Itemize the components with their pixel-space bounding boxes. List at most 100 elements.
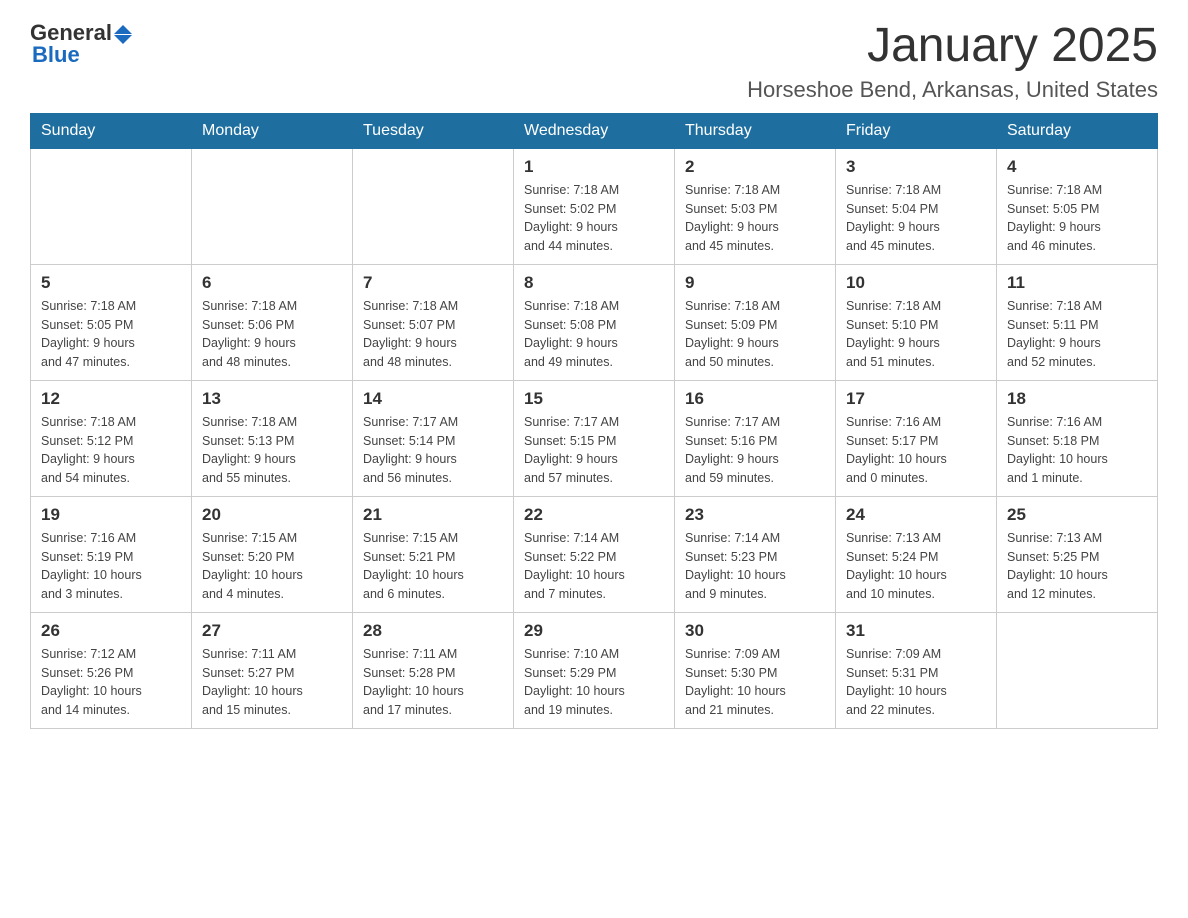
week-row-1: 1Sunrise: 7:18 AM Sunset: 5:02 PM Daylig… [31, 148, 1158, 264]
day-cell-5: 5 Sunrise: 7:18 AM Sunset: 5:05 PM Daylig… [31, 264, 192, 380]
day-cell-19: 19 Sunrise: 7:16 AM Sunset: 5:19 PM Dayli… [31, 496, 192, 612]
day-cell-10: 10 Sunrise: 7:18 AM Sunset: 5:10 PM Dayli… [836, 264, 997, 380]
day-number: 24 [846, 505, 986, 525]
day-cell-12: 12Sunrise: 7:18 AM Sunset: 5:12 PM Dayli… [31, 380, 192, 496]
day-info: Sunrise: 7:18 AM Sunset: 5:07 PM Dayligh… [363, 297, 503, 372]
day-info: Sunrise: 7:18 AM Sunset: 5:05 PM Dayligh… [41, 297, 181, 372]
day-cell-24: 24 Sunrise: 7:13 AM Sunset: 5:24 PM Dayli… [836, 496, 997, 612]
day-number: 16 [685, 389, 825, 409]
day-info: Sunrise: 7:09 AM Sunset: 5:30 PM Dayligh… [685, 645, 825, 720]
day-info: Sunrise: 7:18 AM Sunset: 5:06 PM Dayligh… [202, 297, 342, 372]
day-number: 4 [1007, 157, 1147, 177]
weekday-header-row: SundayMondayTuesdayWednesdayThursdayFrid… [31, 113, 1158, 148]
day-cell-11: 11 Sunrise: 7:18 AM Sunset: 5:11 PM Dayli… [997, 264, 1158, 380]
day-info: Sunrise: 7:18 AM Sunset: 5:11 PM Dayligh… [1007, 297, 1147, 372]
day-cell-26: 26 Sunrise: 7:12 AM Sunset: 5:26 PM Dayli… [31, 612, 192, 728]
day-number: 12 [41, 389, 181, 409]
month-title: January 2025 [747, 20, 1158, 73]
day-cell-3: 3 Sunrise: 7:18 AM Sunset: 5:04 PM Daylig… [836, 148, 997, 264]
title-block: January 2025 Horseshoe Bend, Arkansas, U… [747, 20, 1158, 103]
day-number: 31 [846, 621, 986, 641]
day-number: 23 [685, 505, 825, 525]
day-number: 21 [363, 505, 503, 525]
day-cell-14: 14 Sunrise: 7:17 AM Sunset: 5:14 PM Dayli… [353, 380, 514, 496]
day-cell-2: 2 Sunrise: 7:18 AM Sunset: 5:03 PM Daylig… [675, 148, 836, 264]
day-info: Sunrise: 7:11 AM Sunset: 5:28 PM Dayligh… [363, 645, 503, 720]
day-info: Sunrise: 7:16 AM Sunset: 5:17 PM Dayligh… [846, 413, 986, 488]
day-number: 15 [524, 389, 664, 409]
week-row-5: 26 Sunrise: 7:12 AM Sunset: 5:26 PM Dayli… [31, 612, 1158, 728]
day-cell-28: 28 Sunrise: 7:11 AM Sunset: 5:28 PM Dayli… [353, 612, 514, 728]
day-number: 18 [1007, 389, 1147, 409]
day-number: 9 [685, 273, 825, 293]
day-info: Sunrise: 7:13 AM Sunset: 5:24 PM Dayligh… [846, 529, 986, 604]
logo: General Blue [30, 20, 132, 68]
day-cell-4: 4 Sunrise: 7:18 AM Sunset: 5:05 PM Daylig… [997, 148, 1158, 264]
logo-blue: Blue [32, 42, 80, 68]
day-number: 11 [1007, 273, 1147, 293]
day-cell-17: 17Sunrise: 7:16 AM Sunset: 5:17 PM Dayli… [836, 380, 997, 496]
day-number: 29 [524, 621, 664, 641]
day-number: 13 [202, 389, 342, 409]
day-info: Sunrise: 7:17 AM Sunset: 5:15 PM Dayligh… [524, 413, 664, 488]
weekday-header-friday: Friday [836, 113, 997, 148]
day-cell-22: 22 Sunrise: 7:14 AM Sunset: 5:22 PM Dayli… [514, 496, 675, 612]
empty-cell [192, 148, 353, 264]
day-number: 10 [846, 273, 986, 293]
day-info: Sunrise: 7:18 AM Sunset: 5:05 PM Dayligh… [1007, 181, 1147, 256]
day-cell-1: 1Sunrise: 7:18 AM Sunset: 5:02 PM Daylig… [514, 148, 675, 264]
day-info: Sunrise: 7:18 AM Sunset: 5:09 PM Dayligh… [685, 297, 825, 372]
day-number: 28 [363, 621, 503, 641]
weekday-header-thursday: Thursday [675, 113, 836, 148]
day-cell-23: 23 Sunrise: 7:14 AM Sunset: 5:23 PM Dayli… [675, 496, 836, 612]
weekday-header-monday: Monday [192, 113, 353, 148]
day-number: 5 [41, 273, 181, 293]
empty-cell [997, 612, 1158, 728]
day-info: Sunrise: 7:18 AM Sunset: 5:04 PM Dayligh… [846, 181, 986, 256]
day-info: Sunrise: 7:15 AM Sunset: 5:21 PM Dayligh… [363, 529, 503, 604]
page-header: General Blue January 2025 Horseshoe Bend… [30, 20, 1158, 103]
day-number: 22 [524, 505, 664, 525]
day-cell-9: 9 Sunrise: 7:18 AM Sunset: 5:09 PM Daylig… [675, 264, 836, 380]
weekday-header-sunday: Sunday [31, 113, 192, 148]
day-cell-30: 30Sunrise: 7:09 AM Sunset: 5:30 PM Dayli… [675, 612, 836, 728]
day-info: Sunrise: 7:09 AM Sunset: 5:31 PM Dayligh… [846, 645, 986, 720]
day-info: Sunrise: 7:18 AM Sunset: 5:03 PM Dayligh… [685, 181, 825, 256]
day-info: Sunrise: 7:18 AM Sunset: 5:13 PM Dayligh… [202, 413, 342, 488]
day-cell-8: 8 Sunrise: 7:18 AM Sunset: 5:08 PM Daylig… [514, 264, 675, 380]
location-title: Horseshoe Bend, Arkansas, United States [747, 77, 1158, 103]
day-cell-27: 27 Sunrise: 7:11 AM Sunset: 5:27 PM Dayli… [192, 612, 353, 728]
day-info: Sunrise: 7:11 AM Sunset: 5:27 PM Dayligh… [202, 645, 342, 720]
day-info: Sunrise: 7:18 AM Sunset: 5:02 PM Dayligh… [524, 181, 664, 256]
weekday-header-saturday: Saturday [997, 113, 1158, 148]
week-row-4: 19 Sunrise: 7:16 AM Sunset: 5:19 PM Dayli… [31, 496, 1158, 612]
day-number: 26 [41, 621, 181, 641]
day-cell-25: 25 Sunrise: 7:13 AM Sunset: 5:25 PM Dayli… [997, 496, 1158, 612]
day-number: 14 [363, 389, 503, 409]
day-info: Sunrise: 7:17 AM Sunset: 5:16 PM Dayligh… [685, 413, 825, 488]
day-cell-31: 31 Sunrise: 7:09 AM Sunset: 5:31 PM Dayli… [836, 612, 997, 728]
day-info: Sunrise: 7:17 AM Sunset: 5:14 PM Dayligh… [363, 413, 503, 488]
day-info: Sunrise: 7:12 AM Sunset: 5:26 PM Dayligh… [41, 645, 181, 720]
day-number: 20 [202, 505, 342, 525]
day-cell-18: 18 Sunrise: 7:16 AM Sunset: 5:18 PM Dayli… [997, 380, 1158, 496]
weekday-header-tuesday: Tuesday [353, 113, 514, 148]
calendar-table: SundayMondayTuesdayWednesdayThursdayFrid… [30, 113, 1158, 729]
day-info: Sunrise: 7:14 AM Sunset: 5:23 PM Dayligh… [685, 529, 825, 604]
day-number: 27 [202, 621, 342, 641]
day-info: Sunrise: 7:18 AM Sunset: 5:10 PM Dayligh… [846, 297, 986, 372]
day-cell-7: 7Sunrise: 7:18 AM Sunset: 5:07 PM Daylig… [353, 264, 514, 380]
day-cell-13: 13 Sunrise: 7:18 AM Sunset: 5:13 PM Dayli… [192, 380, 353, 496]
day-info: Sunrise: 7:16 AM Sunset: 5:19 PM Dayligh… [41, 529, 181, 604]
day-info: Sunrise: 7:18 AM Sunset: 5:08 PM Dayligh… [524, 297, 664, 372]
day-number: 8 [524, 273, 664, 293]
week-row-2: 5 Sunrise: 7:18 AM Sunset: 5:05 PM Daylig… [31, 264, 1158, 380]
day-number: 19 [41, 505, 181, 525]
day-number: 2 [685, 157, 825, 177]
day-number: 25 [1007, 505, 1147, 525]
day-info: Sunrise: 7:13 AM Sunset: 5:25 PM Dayligh… [1007, 529, 1147, 604]
day-number: 3 [846, 157, 986, 177]
empty-cell [353, 148, 514, 264]
day-info: Sunrise: 7:14 AM Sunset: 5:22 PM Dayligh… [524, 529, 664, 604]
day-info: Sunrise: 7:16 AM Sunset: 5:18 PM Dayligh… [1007, 413, 1147, 488]
